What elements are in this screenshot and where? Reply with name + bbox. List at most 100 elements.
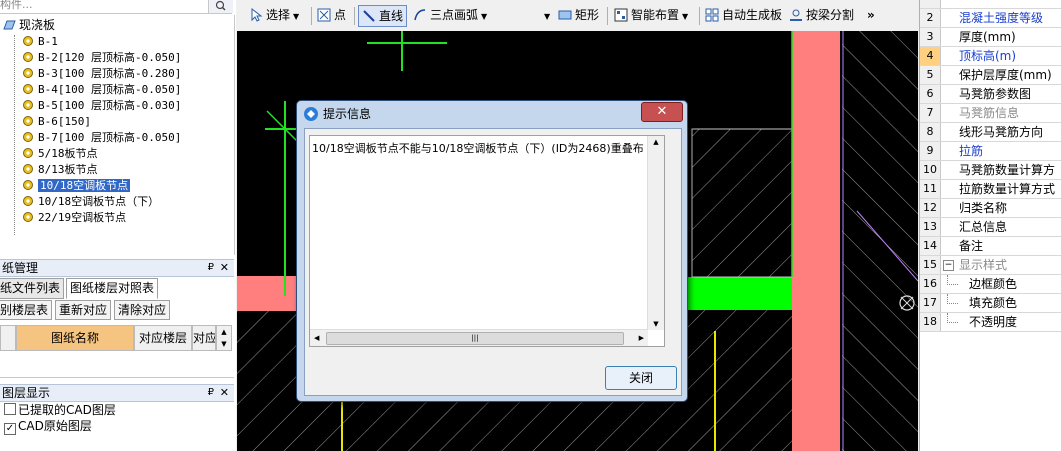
checkbox-extracted[interactable] (4, 403, 16, 415)
dialog-close-button[interactable]: ✕ (641, 102, 683, 122)
property-name: 边框颜色 (969, 277, 1018, 291)
tree-item-label: B-3[100 层顶标高-0.280] (38, 67, 182, 80)
property-row[interactable]: 3 厚度(mm) (920, 28, 1061, 47)
line-tool[interactable]: 直线 (358, 5, 408, 27)
property-name: 混凝土强度等级 (959, 11, 1044, 25)
property-row[interactable]: 7 马凳筋信息 (920, 104, 1061, 123)
column-drawing-name[interactable]: 图纸名称 (16, 325, 134, 351)
vertical-scrollbar[interactable]: ▲ ▼ (647, 136, 664, 330)
close-icon[interactable]: ✕ (220, 260, 229, 276)
component-tree: 现浇板 B-1 B-2[120 层顶标高-0.050] B-3[100 层顶标高-0… (0, 15, 235, 255)
tree-connector (947, 313, 958, 323)
layer-display-panel: 图层显示 ₽ ✕ 已提取的CAD图层 ✓ CAD原始图层 (0, 384, 234, 435)
tree-item[interactable]: B-4[100 层顶标高-0.050] (22, 82, 181, 98)
remap-button[interactable]: 重新对应 (55, 300, 112, 320)
separator (354, 7, 355, 25)
tree-root-cast-slab[interactable]: 现浇板 (2, 17, 55, 33)
property-row[interactable]: 10 马凳筋数量计算方 (920, 161, 1061, 180)
scroll-up-icon[interactable]: ▲ (648, 136, 664, 148)
scroll-left-icon[interactable]: ◀ (314, 330, 319, 346)
tree-item[interactable]: 10/18空调板节点（下） (22, 194, 159, 210)
property-row[interactable]: 15− 显示样式 (920, 256, 1061, 275)
tree-item[interactable]: 8/13板节点 (22, 162, 98, 178)
property-name: 顶标高(m) (959, 49, 1017, 63)
tree-item-label: 5/18板节点 (38, 147, 98, 160)
pin-icon[interactable]: ₽ (208, 260, 214, 276)
tree-item[interactable]: B-7[100 层顶标高-0.050] (22, 130, 181, 146)
tree-item[interactable]: B-1 (22, 34, 58, 50)
property-number: 3 (920, 28, 941, 46)
scroll-right-icon[interactable]: ▶ (639, 330, 644, 346)
property-number: 2 (920, 9, 941, 27)
horizontal-scrollbar[interactable]: ◀ ||| ▶ (310, 329, 648, 346)
point-tool[interactable]: 点 (317, 5, 346, 25)
search-icon[interactable] (208, 0, 233, 13)
dialog-close-action-button[interactable]: 关闭 (605, 366, 677, 390)
property-row[interactable]: 6 马凳筋参数图 (920, 85, 1061, 104)
tree-item[interactable]: 10/18空调板节点 (22, 178, 131, 194)
property-number: 16 (920, 275, 941, 293)
component-gear-icon (22, 115, 34, 127)
property-row[interactable]: 11 拉筋数量计算方式 (920, 180, 1061, 199)
tree-item-label: 10/18空调板节点（下） (38, 195, 160, 208)
close-icon[interactable]: ✕ (220, 385, 229, 401)
split-by-beam-tool[interactable]: 按梁分割 (789, 5, 854, 25)
grid-scroll[interactable]: ▲ ▼ (216, 325, 232, 351)
component-gear-icon (22, 35, 34, 47)
property-row[interactable]: 17 填充颜色 (920, 294, 1061, 313)
select-tool[interactable]: 选择 ▼ (249, 5, 299, 25)
scroll-down-icon[interactable]: ▼ (648, 318, 664, 330)
identify-floor-button[interactable]: 别楼层表 (0, 300, 53, 320)
tree-item[interactable]: 22/19空调板节点 (22, 210, 126, 226)
property-row[interactable]: 18 不透明度 (920, 313, 1061, 332)
tree-item[interactable]: B-3[100 层顶标高-0.280] (22, 66, 181, 82)
property-number: 4 (920, 47, 941, 65)
property-row[interactable]: 5 保护层厚度(mm) (920, 66, 1061, 85)
component-search-input[interactable]: 构件... (0, 0, 232, 14)
collapse-icon[interactable]: − (943, 260, 954, 271)
property-row[interactable]: 16 边框颜色 (920, 275, 1061, 294)
shape-dropdown[interactable]: ▼ (541, 5, 550, 25)
layer-original[interactable]: ✓ CAD原始图层 (0, 418, 234, 435)
component-gear-icon (22, 147, 34, 159)
checkbox-original[interactable]: ✓ (4, 423, 16, 435)
tree-item-label: B-7[100 层顶标高-0.050] (38, 131, 182, 144)
column-map[interactable]: 对应 (192, 325, 216, 351)
property-row[interactable]: 9 拉筋 (920, 142, 1061, 161)
property-number: 17 (920, 294, 941, 312)
tree-item[interactable]: 5/18板节点 (22, 146, 98, 162)
column-floor[interactable]: 对应楼层 (134, 325, 192, 351)
auto-generate-slab-tool[interactable]: 自动生成板 (705, 5, 782, 25)
property-number: 7 (920, 104, 941, 122)
tree-item-label: 8/13板节点 (38, 163, 98, 176)
clear-mapping-button[interactable]: 清除对应 (114, 300, 171, 320)
property-row[interactable]: 14 备注 (920, 237, 1061, 256)
component-gear-icon (22, 211, 34, 223)
property-row[interactable]: 12 归类名称 (920, 199, 1061, 218)
pin-icon[interactable]: ₽ (208, 385, 214, 401)
tree-item[interactable]: B-2[120 层顶标高-0.050] (22, 50, 181, 66)
message-textbox[interactable]: 10/18空调板节点不能与10/18空调板节点（下）(ID为2468)重叠布 ▲… (309, 135, 665, 347)
property-row[interactable]: 2 混凝土强度等级 (920, 9, 1061, 28)
line-icon (363, 10, 375, 22)
property-row[interactable]: 13 汇总信息 (920, 218, 1061, 237)
property-number: 18 (920, 313, 941, 331)
tab-floor-mapping[interactable]: 图纸楼层对照表 (66, 278, 159, 299)
property-number: 9 (920, 142, 941, 160)
smart-layout-tool[interactable]: 智能布置 ▼ (614, 5, 688, 25)
toolbar-overflow-button[interactable]: » (867, 5, 875, 25)
info-dialog: 提示信息 ✕ 10/18空调板节点不能与10/18空调板节点（下）(ID为246… (296, 100, 688, 402)
layer-extracted[interactable]: 已提取的CAD图层 (0, 402, 234, 418)
tab-drawing-file-list[interactable]: 纸文件列表 (0, 278, 65, 299)
split-icon (790, 9, 802, 21)
tree-item[interactable]: B-6[150] (22, 114, 91, 130)
scroll-thumb[interactable]: ||| (326, 332, 624, 345)
property-row[interactable]: 4 顶标高(m) (920, 47, 1061, 66)
component-gear-icon (22, 83, 34, 95)
property-row[interactable]: 8 线形马凳筋方向 (920, 123, 1061, 142)
property-number: 12 (920, 199, 941, 217)
arc-tool[interactable]: 三点画弧 ▼ (413, 5, 487, 25)
tree-item[interactable]: B-5[100 层顶标高-0.030] (22, 98, 181, 114)
property-name: 汇总信息 (959, 220, 1008, 234)
rect-tool[interactable]: 矩形 (558, 5, 599, 25)
